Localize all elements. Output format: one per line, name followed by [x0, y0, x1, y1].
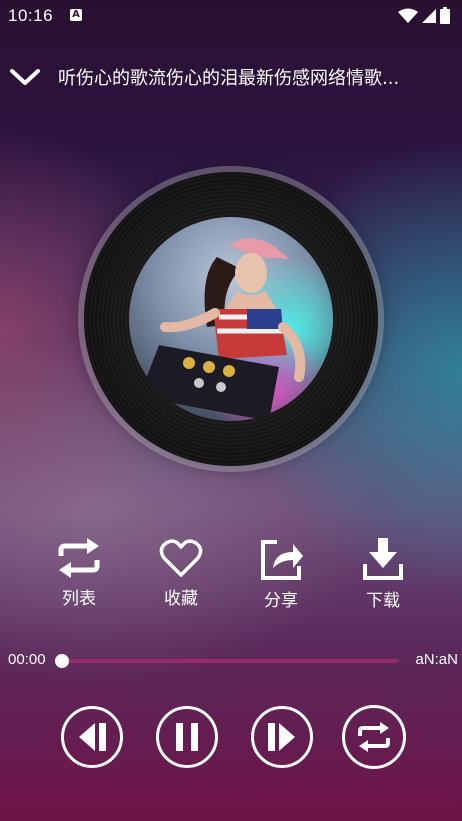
playlist-label: 列表: [62, 589, 96, 609]
download-label: 下载: [366, 591, 400, 611]
share-button[interactable]: 分享: [246, 538, 316, 611]
status-bar: 10:16 A: [0, 0, 462, 32]
previous-button[interactable]: [61, 706, 123, 768]
favorite-button[interactable]: 收藏: [146, 538, 216, 609]
repeat-icon: [358, 722, 390, 752]
progress-bar: 00:00 aN:aN: [0, 648, 462, 674]
download-icon: [363, 538, 403, 580]
next-icon: [268, 723, 295, 751]
favorite-label: 收藏: [164, 589, 198, 609]
pause-button[interactable]: [156, 706, 218, 768]
playlist-button[interactable]: 列表: [44, 538, 114, 609]
status-icons: [398, 7, 450, 24]
next-button[interactable]: [251, 706, 313, 768]
player-header: 听伤心的歌流伤心的泪最新伤感网络情歌...: [0, 58, 462, 98]
chevron-down-icon: [10, 69, 40, 85]
share-icon: [261, 540, 303, 580]
heart-icon: [159, 539, 203, 577]
vinyl-disc: [84, 172, 378, 466]
album-art: [129, 217, 333, 421]
pause-icon: [176, 723, 198, 751]
progress-track[interactable]: [55, 654, 398, 668]
playback-controls: [0, 705, 462, 774]
progress-thumb[interactable]: [55, 654, 69, 668]
repeat-button[interactable]: [342, 705, 406, 769]
previous-icon: [79, 723, 106, 751]
repeat-arrows-icon: [58, 538, 100, 578]
share-label: 分享: [264, 591, 298, 611]
action-row: 列表 收藏 分享 下载: [0, 538, 462, 618]
song-title: 听伤心的歌流伤心的泪最新伤感网络情歌...: [58, 68, 400, 89]
battery-icon: [440, 7, 450, 24]
signal-icon: [422, 8, 436, 23]
collapse-button[interactable]: [8, 62, 42, 92]
current-time: 00:00: [8, 651, 46, 668]
app-notification-icon: A: [70, 9, 82, 21]
album-art-illustration: [129, 217, 333, 421]
wifi-icon: [398, 8, 418, 23]
download-button[interactable]: 下载: [348, 538, 418, 611]
total-time: aN:aN: [415, 651, 458, 668]
status-time: 10:16: [8, 6, 54, 25]
